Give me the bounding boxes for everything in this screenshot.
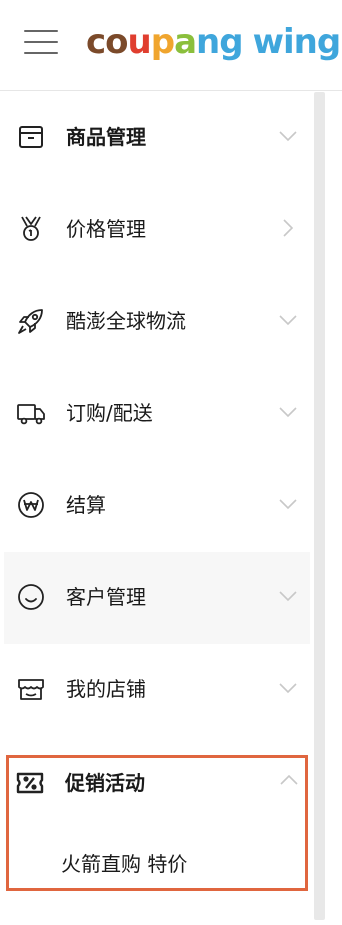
chevron-down-icon[interactable]: [276, 676, 300, 700]
logo-letter: i: [283, 22, 295, 62]
logo-letter: w: [252, 22, 284, 62]
logo-letter: o: [105, 22, 128, 62]
chevron-right-icon[interactable]: [276, 216, 300, 240]
sidebar-item-orders-delivery[interactable]: 订购/配送: [4, 368, 310, 460]
sidebar-item-label: 结算: [66, 493, 106, 517]
hamburger-line: [24, 41, 58, 43]
sidebar-item-label: 我的店铺: [66, 677, 146, 701]
hamburger-line: [24, 52, 58, 54]
won-coin-icon: [16, 490, 46, 520]
chevron-down-icon[interactable]: [276, 124, 300, 148]
smile-icon: [16, 582, 46, 612]
logo-letter: n: [196, 22, 220, 62]
sidebar-item-label: 促销活动: [65, 771, 145, 795]
logo-letter: g: [316, 22, 341, 62]
truck-icon: [16, 398, 46, 428]
sidebar-item-customer-management[interactable]: 客户管理: [4, 552, 310, 644]
coupang-wing-logo[interactable]: coupang wing: [86, 20, 341, 64]
box-icon: [16, 122, 46, 152]
store-icon: [16, 674, 46, 704]
logo-letter: a: [174, 22, 197, 62]
header: coupang wing: [0, 0, 342, 91]
sidebar-item-label: 客户管理: [66, 585, 146, 609]
sidebar-item-label: 价格管理: [66, 217, 146, 241]
sidebar-item-price-management[interactable]: 价格管理: [4, 184, 310, 276]
sidebar-item-promotions[interactable]: 促销活动: [9, 758, 305, 814]
sidebar-item-product-management[interactable]: 商品管理: [4, 92, 310, 184]
sidebar-item-settlement[interactable]: 结算: [4, 460, 310, 552]
chevron-down-icon[interactable]: [276, 400, 300, 424]
submenu-item-rocket-direct-special[interactable]: 火箭直购 特价: [61, 850, 187, 878]
sidebar-item-rocket-global-logistics[interactable]: 酷澎全球物流: [4, 276, 310, 368]
sidebar-item-my-store[interactable]: 我的店铺: [4, 644, 310, 736]
sidebar-scrollbar[interactable]: [314, 92, 325, 920]
rocket-icon: [16, 306, 46, 336]
sidebar-item-label: 商品管理: [66, 125, 146, 149]
logo-letter: c: [86, 22, 106, 62]
hamburger-line: [24, 30, 58, 32]
logo-letter: p: [150, 22, 175, 62]
logo-letter: u: [127, 22, 152, 62]
chevron-down-icon[interactable]: [276, 584, 300, 608]
logo-letter: g: [219, 22, 243, 62]
hamburger-menu-icon[interactable]: [24, 28, 58, 58]
coupon-icon: [15, 768, 45, 798]
app-root: coupang wing 商品管理 价格管理 酷澎全球物流 订购/配送 结算 客…: [0, 0, 342, 925]
chevron-down-icon[interactable]: [276, 308, 300, 332]
sidebar-item-label: 酷澎全球物流: [66, 309, 186, 333]
sidebar-item-label: 订购/配送: [66, 401, 153, 425]
sidebar-item-promotions-expanded: 促销活动 火箭直购 特价: [6, 755, 308, 891]
chevron-up-icon[interactable]: [277, 768, 301, 792]
chevron-down-icon[interactable]: [276, 492, 300, 516]
logo-letter: n: [293, 22, 318, 62]
medal-icon: [16, 214, 46, 244]
